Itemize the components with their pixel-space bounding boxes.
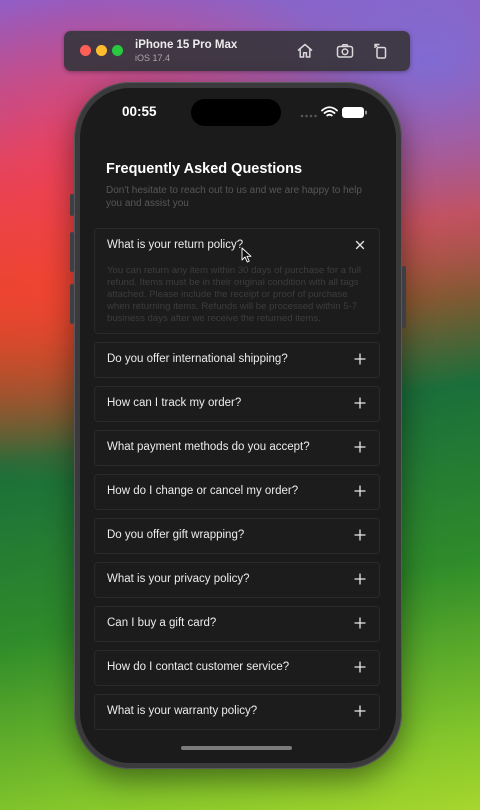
plus-icon[interactable] bbox=[353, 660, 367, 674]
faq-subtitle: Don't hesitate to reach out to us and we… bbox=[106, 185, 362, 209]
faq-question: What payment methods do you accept? bbox=[107, 441, 310, 453]
close-window-button[interactable] bbox=[80, 45, 91, 56]
plus-icon[interactable] bbox=[353, 352, 367, 366]
plus-icon[interactable] bbox=[353, 528, 367, 542]
faq-list: What is your return policy? You can retu… bbox=[94, 228, 380, 738]
faq-question-button[interactable]: How do I change or cancel my order? bbox=[95, 475, 379, 509]
plus-icon[interactable] bbox=[353, 572, 367, 586]
faq-item-return-policy: What is your return policy? You can retu… bbox=[94, 228, 380, 334]
faq-title: Frequently Asked Questions bbox=[106, 161, 303, 177]
faq-question-button[interactable]: Do you offer gift wrapping? bbox=[95, 519, 379, 553]
plus-icon[interactable] bbox=[353, 484, 367, 498]
faq-question-button[interactable]: What payment methods do you accept? bbox=[95, 431, 379, 465]
faq-question: How do I change or cancel my order? bbox=[107, 485, 299, 497]
simulator-toolbar: iPhone 15 Pro Max iOS 17.4 bbox=[64, 31, 410, 71]
close-icon[interactable] bbox=[353, 238, 367, 252]
faq-question: How do I contact customer service? bbox=[107, 661, 290, 673]
volume-up-button bbox=[70, 232, 74, 272]
faq-question-button[interactable]: What is your return policy? bbox=[95, 229, 379, 263]
status-icons bbox=[300, 104, 370, 120]
faq-item-gift-card: Can I buy a gift card? bbox=[94, 606, 380, 642]
simulator-device-name: iPhone 15 Pro Max bbox=[135, 39, 238, 51]
faq-question: Do you offer international shipping? bbox=[107, 353, 288, 365]
wifi-icon bbox=[321, 106, 338, 117]
screenshot-icon[interactable] bbox=[335, 41, 355, 61]
zoom-window-button[interactable] bbox=[112, 45, 123, 56]
rotate-icon[interactable] bbox=[371, 41, 391, 61]
faq-item-gift-wrapping: Do you offer gift wrapping? bbox=[94, 518, 380, 554]
home-indicator[interactable] bbox=[181, 746, 292, 750]
battery-icon bbox=[342, 107, 367, 118]
faq-question-button[interactable]: Can I buy a gift card? bbox=[95, 607, 379, 641]
faq-item-customer-service: How do I contact customer service? bbox=[94, 650, 380, 686]
faq-answer: You can return any item within 30 days o… bbox=[107, 265, 362, 324]
faq-item-international-shipping: Do you offer international shipping? bbox=[94, 342, 380, 378]
faq-question-button[interactable]: What is your warranty policy? bbox=[95, 695, 379, 729]
faq-question-button[interactable]: What is your privacy policy? bbox=[95, 563, 379, 597]
power-button bbox=[402, 266, 406, 328]
plus-icon[interactable] bbox=[353, 440, 367, 454]
faq-question: What is your privacy policy? bbox=[107, 573, 250, 585]
plus-icon[interactable] bbox=[353, 616, 367, 630]
faq-question: How can I track my order? bbox=[107, 397, 242, 409]
volume-down-button bbox=[70, 284, 74, 324]
faq-item-change-cancel-order: How do I change or cancel my order? bbox=[94, 474, 380, 510]
faq-item-warranty-policy: What is your warranty policy? bbox=[94, 694, 380, 730]
faq-question: What is your warranty policy? bbox=[107, 705, 258, 717]
faq-item-privacy-policy: What is your privacy policy? bbox=[94, 562, 380, 598]
minimize-window-button[interactable] bbox=[96, 45, 107, 56]
faq-question: Do you offer gift wrapping? bbox=[107, 529, 245, 541]
mouse-cursor-icon bbox=[241, 247, 252, 263]
signal-icon bbox=[300, 114, 317, 118]
status-time: 00:55 bbox=[122, 104, 157, 119]
faq-question: Can I buy a gift card? bbox=[107, 617, 217, 629]
action-button bbox=[70, 194, 74, 216]
faq-question: What is your return policy? bbox=[107, 239, 244, 251]
plus-icon[interactable] bbox=[353, 396, 367, 410]
phone-screen: 00:55 Frequently Asked Questions Don't h… bbox=[80, 88, 396, 763]
simulator-os-version: iOS 17.4 bbox=[135, 53, 171, 63]
plus-icon[interactable] bbox=[353, 704, 367, 718]
dynamic-island bbox=[191, 99, 281, 126]
faq-question-button[interactable]: How can I track my order? bbox=[95, 387, 379, 421]
faq-question-button[interactable]: How do I contact customer service? bbox=[95, 651, 379, 685]
faq-item-payment-methods: What payment methods do you accept? bbox=[94, 430, 380, 466]
faq-question-button[interactable]: Do you offer international shipping? bbox=[95, 343, 379, 377]
faq-item-track-order: How can I track my order? bbox=[94, 386, 380, 422]
home-icon[interactable] bbox=[295, 41, 315, 61]
